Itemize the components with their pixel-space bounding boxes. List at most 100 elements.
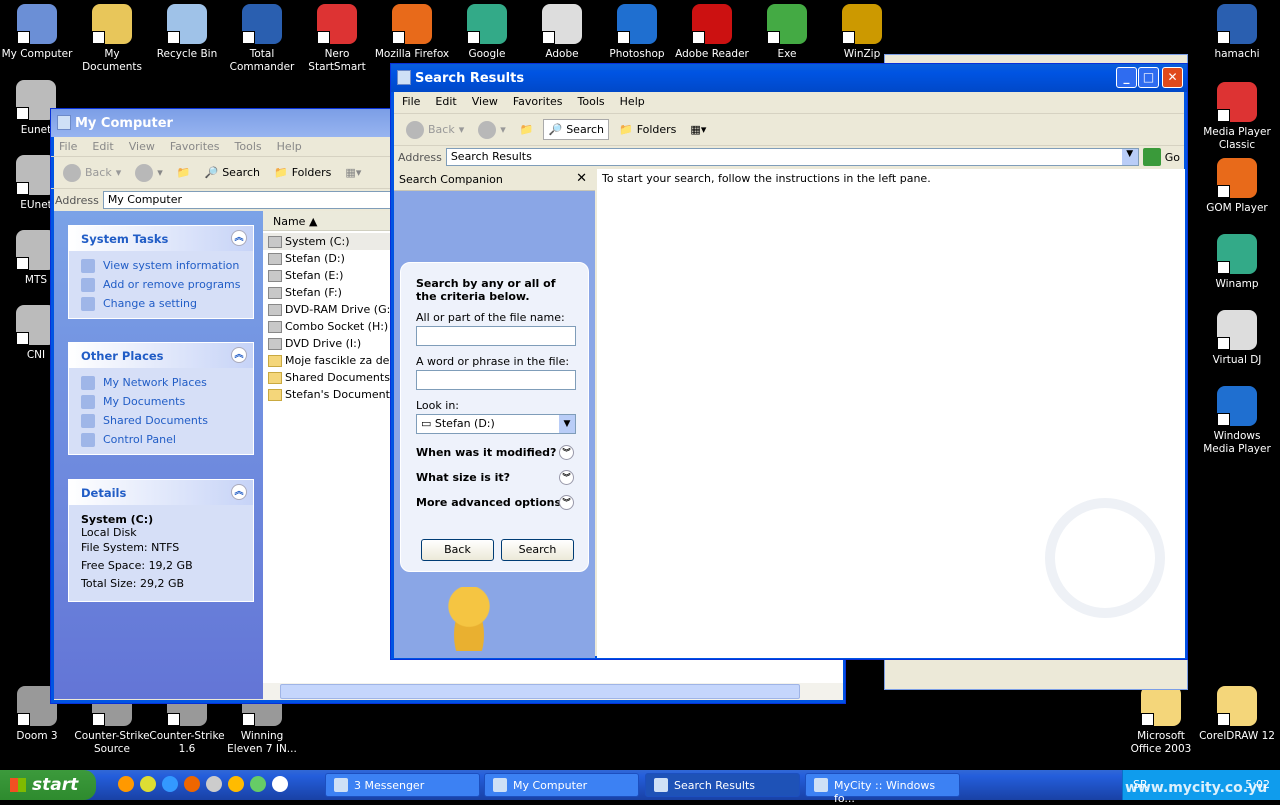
task-link[interactable]: Change a setting: [69, 294, 253, 313]
advanced-option[interactable]: More advanced options ︾: [416, 495, 576, 510]
desktop-icon[interactable]: hamachi: [1199, 4, 1275, 61]
desktop-icon[interactable]: Google: [449, 4, 525, 61]
place-link[interactable]: Shared Documents: [69, 411, 253, 430]
title-bar[interactable]: Search Results _ □ ✕: [391, 64, 1187, 92]
task-messenger[interactable]: 3 Messenger: [325, 773, 480, 797]
desktop-icon[interactable]: Windows Media Player: [1199, 386, 1275, 456]
search-button[interactable]: 🔎 Search: [200, 163, 264, 182]
other-places-header[interactable]: Other Places ︽: [69, 343, 253, 368]
desktop-icon-label: Total Commander: [229, 48, 295, 73]
desktop-icon[interactable]: Microsoft Office 2003: [1123, 686, 1199, 756]
place-link[interactable]: My Network Places: [69, 373, 253, 392]
desktop-icon[interactable]: GOM Player: [1199, 158, 1275, 215]
folders-button[interactable]: 📁 Folders: [270, 163, 335, 182]
folder-icon: [268, 354, 282, 367]
chrome-icon[interactable]: [140, 776, 156, 792]
task-search-results[interactable]: Search Results: [645, 773, 800, 797]
back-button[interactable]: Back ▾: [402, 118, 468, 142]
desktop-icon[interactable]: My Documents: [74, 4, 150, 74]
task-link[interactable]: View system information: [69, 256, 253, 275]
media-player-icon[interactable]: [272, 776, 288, 792]
go-button[interactable]: Go: [1142, 148, 1180, 166]
menu-view[interactable]: View: [129, 140, 155, 153]
desktop-icon[interactable]: Mozilla Firefox: [374, 4, 450, 61]
detail-free: Free Space: 19,2 GB: [81, 559, 193, 572]
desktop-icon[interactable]: My Computer: [0, 4, 75, 61]
phrase-input[interactable]: [416, 370, 576, 390]
close-pane-icon[interactable]: ✕: [576, 171, 587, 186]
address-field[interactable]: Search Results ▼: [445, 148, 1139, 166]
place-link[interactable]: Control Panel: [69, 430, 253, 449]
desktop-icon[interactable]: Total Commander: [224, 4, 300, 74]
forward-button[interactable]: ▾: [131, 161, 167, 185]
views-button[interactable]: ▦▾: [341, 163, 365, 182]
name-column-header[interactable]: Name ▲: [263, 211, 409, 231]
menu-help[interactable]: Help: [277, 140, 302, 153]
desktop-icon[interactable]: Nero StartSmart: [299, 4, 375, 74]
desktop-icon[interactable]: Exe: [749, 4, 825, 61]
expand-icon[interactable]: ︾: [559, 470, 574, 485]
file-name-input[interactable]: [416, 326, 576, 346]
windows-logo-icon: [10, 778, 26, 792]
task-link[interactable]: Add or remove programs: [69, 275, 253, 294]
forward-button[interactable]: ▾: [474, 118, 510, 142]
look-in-select[interactable]: ▭ Stefan (D:) ▼: [416, 414, 576, 434]
desktop-icon[interactable]: CorelDRAW 12: [1199, 686, 1275, 743]
size-option[interactable]: What size is it? ︾: [416, 470, 576, 485]
desktop-icon[interactable]: Virtual DJ: [1199, 310, 1275, 367]
start-button[interactable]: start: [0, 770, 96, 800]
expand-icon[interactable]: ︾: [559, 495, 574, 510]
desktop-icon[interactable]: Adobe: [524, 4, 600, 61]
search-submit-button[interactable]: Search: [501, 539, 574, 561]
menu-view[interactable]: View: [472, 95, 498, 110]
menu-edit[interactable]: Edit: [435, 95, 456, 110]
menu-favorites[interactable]: Favorites: [513, 95, 563, 110]
dropdown-arrow-icon[interactable]: ▼: [559, 415, 575, 433]
menu-favorites[interactable]: Favorites: [170, 140, 220, 153]
close-button[interactable]: ✕: [1162, 67, 1183, 88]
horizontal-scrollbar[interactable]: [263, 683, 843, 700]
up-button[interactable]: 📁: [516, 120, 538, 139]
quick-launch-icon[interactable]: [118, 776, 134, 792]
messenger-icon[interactable]: [250, 776, 266, 792]
up-button[interactable]: 📁: [173, 163, 195, 182]
desktop-icon[interactable]: Adobe Reader: [674, 4, 750, 61]
desktop-icon[interactable]: Media Player Classic: [1199, 82, 1275, 152]
views-button[interactable]: ▦▾: [686, 120, 710, 139]
look-in-value: Stefan (D:): [434, 417, 495, 430]
desktop-icon[interactable]: WinZip: [824, 4, 900, 61]
collapse-icon[interactable]: ︽: [231, 347, 247, 363]
nero-icon[interactable]: [206, 776, 222, 792]
maximize-button[interactable]: □: [1138, 67, 1159, 88]
menu-tools[interactable]: Tools: [235, 140, 262, 153]
minimize-button[interactable]: _: [1116, 67, 1137, 88]
modified-option[interactable]: When was it modified? ︾: [416, 445, 576, 460]
ie-icon[interactable]: [162, 776, 178, 792]
back-button[interactable]: Back ▾: [59, 161, 125, 185]
menu-file[interactable]: File: [59, 140, 77, 153]
task-mycity-browser[interactable]: MyCity :: Windows fo...: [805, 773, 960, 805]
dropdown-arrow-icon[interactable]: ▼: [1121, 149, 1138, 165]
expand-icon[interactable]: ︾: [559, 445, 574, 460]
menu-help[interactable]: Help: [620, 95, 645, 110]
task-my-computer[interactable]: My Computer: [484, 773, 639, 797]
menu-edit[interactable]: Edit: [92, 140, 113, 153]
system-tasks-header[interactable]: System Tasks ︽: [69, 226, 253, 251]
back-button[interactable]: Back: [421, 539, 494, 561]
desktop-icon[interactable]: Recycle Bin: [149, 4, 225, 61]
place-link[interactable]: My Documents: [69, 392, 253, 411]
scroll-thumb[interactable]: [280, 684, 800, 699]
collapse-icon[interactable]: ︽: [231, 484, 247, 500]
firefox-icon[interactable]: [184, 776, 200, 792]
menu-file[interactable]: File: [402, 95, 420, 110]
collapse-icon[interactable]: ︽: [231, 230, 247, 246]
winamp-icon[interactable]: [228, 776, 244, 792]
menu-tools[interactable]: Tools: [578, 95, 605, 110]
desktop-icon[interactable]: Photoshop: [599, 4, 675, 61]
search-button[interactable]: 🔎 Search: [543, 119, 609, 140]
window-title: Search Results: [415, 71, 525, 86]
desktop-icon[interactable]: Winamp: [1199, 234, 1275, 291]
folders-button[interactable]: 📁 Folders: [615, 120, 680, 139]
details-header[interactable]: Details ︽: [69, 480, 253, 505]
desktop-icon-icon: [317, 4, 357, 44]
